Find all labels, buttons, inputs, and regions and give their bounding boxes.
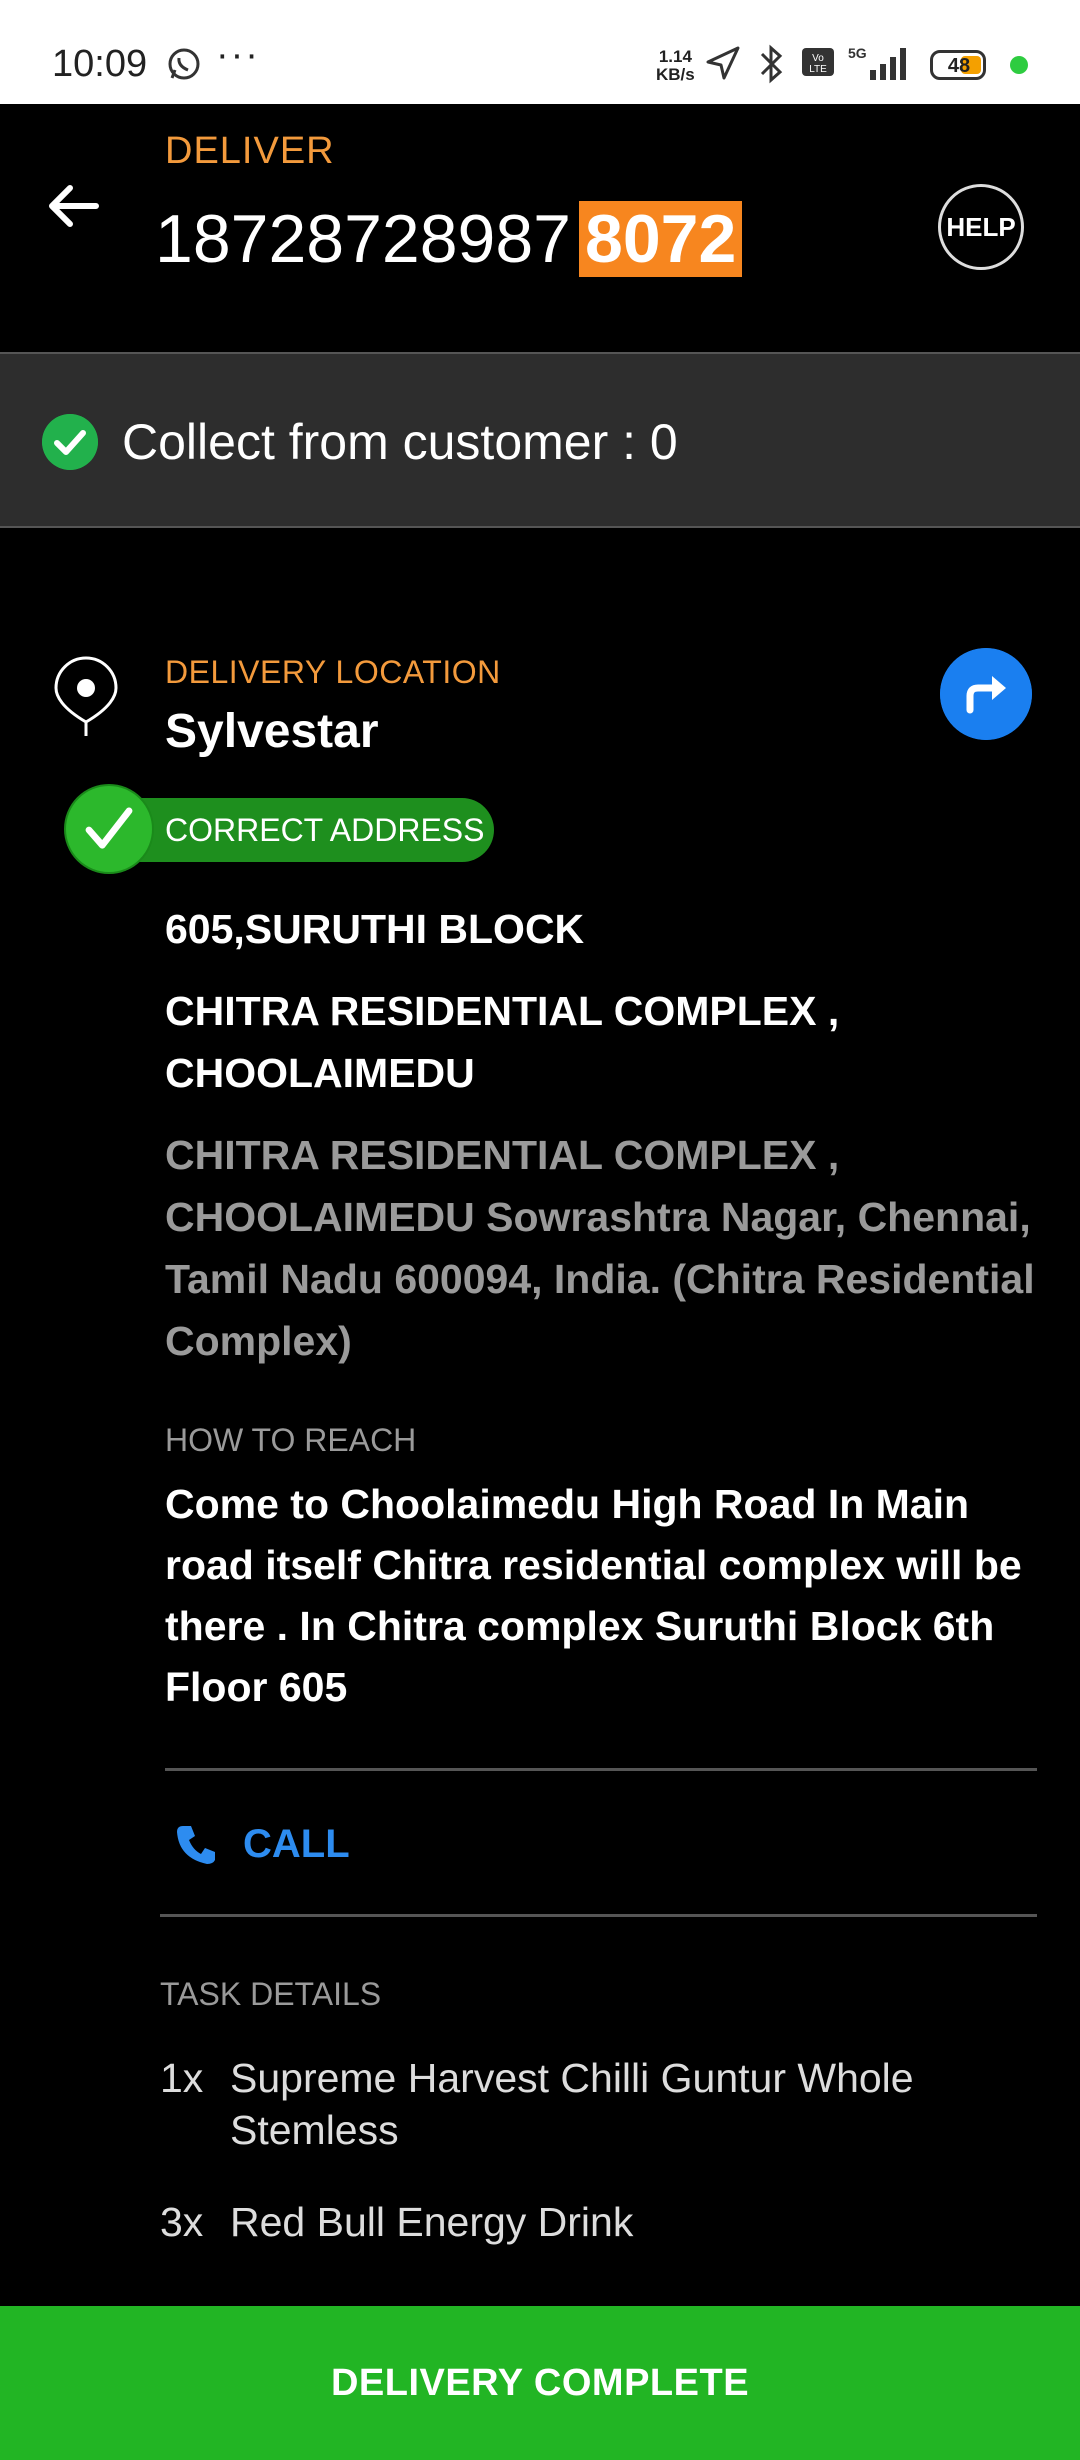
check-icon	[64, 784, 154, 874]
network-speed: 1.14 KB/s	[656, 48, 695, 84]
network-speed-value: 1.14	[658, 47, 692, 66]
bluetooth-icon	[760, 44, 783, 84]
task-product-name: Supreme Harvest Chilli Guntur Whole Stem…	[230, 2055, 914, 2153]
full-address: CHITRA RESIDENTIAL COMPLEX , CHOOLAIMEDU…	[165, 1132, 1035, 1364]
order-number-main: 18728728987	[155, 201, 572, 277]
help-button[interactable]: HELP	[938, 184, 1024, 270]
customer-name: Sylvestar	[165, 705, 379, 758]
more-notifications-icon: ···	[216, 34, 260, 76]
phone-icon	[177, 1826, 215, 1864]
battery-icon: 48	[930, 50, 986, 80]
task-product-name: Red Bull Energy Drink	[230, 2199, 634, 2245]
address-line-2: CHITRA RESIDENTIAL COMPLEX , CHOOLAIMEDU	[165, 988, 840, 1096]
divider	[165, 1768, 1037, 1771]
privacy-indicator-icon	[1010, 56, 1028, 74]
network-speed-unit: KB/s	[656, 65, 695, 84]
whatsapp-icon	[168, 48, 200, 80]
deliver-label: DELIVER	[165, 130, 335, 172]
5g-signal-icon: 5G	[848, 45, 906, 80]
delivery-location-label: DELIVERY LOCATION	[165, 654, 501, 690]
address-line-1: 605,SURUTHI BLOCK	[165, 906, 585, 952]
correct-address-label: CORRECT ADDRESS	[165, 812, 485, 848]
status-time: 10:09	[52, 43, 148, 85]
check-circle-icon	[42, 414, 98, 470]
svg-text:LTE: LTE	[809, 64, 827, 75]
volte-icon: Vo LTE	[802, 48, 834, 76]
svg-text:Vo: Vo	[812, 53, 824, 64]
location-pin-icon	[54, 656, 118, 736]
how-to-reach-label: HOW TO REACH	[165, 1422, 417, 1458]
navigate-button[interactable]	[940, 648, 1032, 740]
location-arrow-icon	[706, 46, 740, 80]
collect-from-customer-bar: Collect from customer : 0	[0, 352, 1080, 528]
svg-text:5G: 5G	[848, 45, 867, 61]
app-header: DELIVER 18728728987 8072 HELP	[0, 104, 1080, 352]
delivery-complete-button[interactable]: DELIVERY COMPLETE	[0, 2306, 1080, 2460]
divider	[160, 1914, 1037, 1917]
how-to-reach-text: Come to Choolaimedu High Road In Main ro…	[165, 1481, 1022, 1710]
collect-amount-text: Collect from customer : 0	[122, 414, 678, 470]
call-label: CALL	[243, 1822, 350, 1866]
task-details-label: TASK DETAILS	[160, 1976, 382, 2012]
back-arrow-icon[interactable]	[44, 174, 108, 238]
task-quantity: 1x	[160, 2055, 204, 2101]
task-quantity: 3x	[160, 2199, 204, 2245]
order-number: 18728728987 8072	[155, 194, 743, 284]
order-number-suffix: 8072	[579, 201, 743, 277]
battery-level: 48	[947, 55, 971, 77]
status-bar: 10:09 ··· 1.14 KB/s Vo LTE 5G 48	[0, 0, 1080, 104]
